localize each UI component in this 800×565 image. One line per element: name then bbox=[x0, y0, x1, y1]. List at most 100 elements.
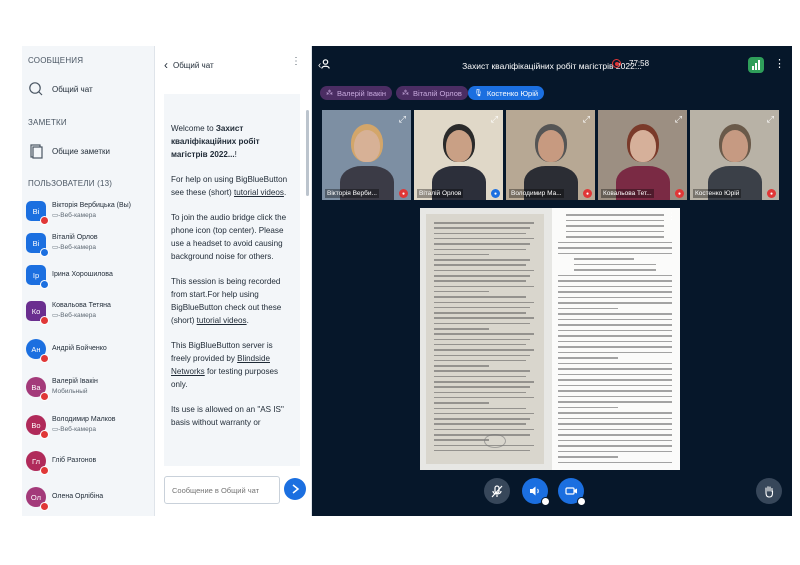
user-list-item[interactable]: Гл Гліб Разгонов bbox=[26, 446, 152, 476]
user-list-item[interactable]: Ір Ірина Хорошилова bbox=[26, 260, 152, 290]
audio-button[interactable] bbox=[522, 478, 550, 506]
document-text-line bbox=[434, 349, 534, 351]
document-text-line bbox=[434, 290, 489, 293]
presentation-slide bbox=[420, 208, 680, 470]
send-icon bbox=[292, 484, 300, 494]
camera-settings-badge[interactable] bbox=[577, 497, 586, 506]
document-text-line bbox=[434, 285, 534, 288]
document-text-line bbox=[434, 301, 534, 303]
recording-indicator[interactable]: 77:58 bbox=[612, 59, 649, 68]
user-status: ▭-Веб-камера bbox=[52, 426, 96, 433]
user-list-item[interactable]: Ві Вікторія Вербицька (Вы) ▭-Веб-камера bbox=[26, 196, 152, 226]
public-chat-label: Общий чат bbox=[52, 84, 93, 94]
document-text-line bbox=[434, 386, 530, 388]
document-text-line bbox=[566, 214, 664, 216]
user-name: Андрій Бойченко bbox=[52, 345, 107, 352]
webcam-user-name: Вікторія Верби... bbox=[325, 189, 379, 198]
tutorial-link[interactable]: tutorial videos bbox=[234, 188, 284, 197]
document-text-line bbox=[434, 359, 526, 362]
fullscreen-icon[interactable]: ⤢ bbox=[491, 114, 498, 125]
document-text-line bbox=[558, 456, 618, 458]
fullscreen-icon[interactable]: ⤢ bbox=[399, 114, 406, 125]
document-text-line bbox=[558, 351, 672, 353]
webcam-user-name: Костенко Юрій bbox=[693, 189, 742, 198]
user-name: Ірина Хорошилова bbox=[52, 271, 113, 278]
microphone-icon: ● bbox=[491, 189, 500, 198]
document-text-line bbox=[558, 390, 672, 392]
stamp-mark bbox=[484, 434, 506, 448]
recording-time: 77:58 bbox=[629, 59, 650, 68]
audio-message: To join the audio bridge click the phone… bbox=[171, 213, 287, 261]
document-text-line bbox=[558, 280, 672, 282]
chat-message-input[interactable] bbox=[164, 476, 280, 504]
audio-settings-badge[interactable] bbox=[541, 497, 550, 506]
chat-close-button[interactable]: ‹ Общий чат bbox=[164, 58, 214, 72]
user-status: Мобильный bbox=[52, 388, 88, 395]
audio-status-badge bbox=[40, 280, 49, 289]
talking-indicator[interactable]: ⁂ Віталій Орлов bbox=[396, 86, 468, 100]
document-text-line bbox=[558, 445, 672, 447]
document-text-line bbox=[434, 328, 489, 330]
notes-icon bbox=[28, 143, 44, 159]
slide-options-icon[interactable]: ⋮ bbox=[667, 211, 676, 222]
fullscreen-icon[interactable]: ⤢ bbox=[675, 114, 682, 125]
speaker-icon bbox=[530, 486, 539, 496]
user-list-item[interactable]: Во Володимир Малков ▭-Веб-камера bbox=[26, 410, 152, 440]
document-text-line bbox=[558, 324, 672, 326]
webcam-label: Володимир Ма... ● bbox=[506, 189, 595, 198]
recording-message: This session is being recorded from star… bbox=[171, 277, 282, 325]
muted-microphone-icon: ● bbox=[767, 189, 776, 198]
document-text-line bbox=[558, 384, 672, 386]
connection-icon[interactable] bbox=[748, 57, 764, 73]
document-text-line bbox=[558, 241, 672, 243]
tutorial-link-2[interactable]: tutorial videos bbox=[197, 316, 247, 325]
options-menu-icon[interactable]: ⋮ bbox=[774, 57, 785, 70]
fullscreen-icon[interactable]: ⤢ bbox=[767, 114, 774, 125]
shared-notes-item[interactable]: Общие заметки bbox=[22, 143, 116, 159]
webcam-tile[interactable]: ⤢ Вікторія Верби... ● bbox=[322, 110, 411, 200]
user-info: Вікторія Вербицька (Вы) ▭-Веб-камера bbox=[52, 201, 131, 221]
document-text-line bbox=[558, 335, 672, 337]
audio-status-badge bbox=[40, 430, 49, 439]
webcam-tile[interactable]: ⤢ Володимир Ма... ● bbox=[506, 110, 595, 200]
document-text-line bbox=[434, 412, 534, 415]
webcam-user-name: Ковальова Тет... bbox=[601, 189, 654, 198]
talker-name: Валерій Івакін bbox=[337, 88, 387, 98]
document-text-line bbox=[558, 434, 672, 436]
webcam-label: Віталій Орлов ● bbox=[414, 189, 503, 198]
document-text-line bbox=[434, 264, 526, 266]
chat-options-icon[interactable]: ⋮ bbox=[291, 56, 301, 67]
server-message: This BigBlueButton server is freely prov… bbox=[171, 341, 279, 389]
document-text-line bbox=[558, 461, 672, 463]
raise-hand-button[interactable] bbox=[756, 478, 782, 504]
document-text-line bbox=[434, 222, 534, 224]
webcam-button[interactable] bbox=[558, 478, 586, 506]
user-list-item[interactable]: Ві Віталій Орлов ▭-Веб-камера bbox=[26, 228, 152, 258]
send-button[interactable] bbox=[284, 478, 306, 500]
user-list-item[interactable]: Ол Олена Орлібіна bbox=[26, 482, 152, 512]
participant-face bbox=[446, 130, 472, 162]
webcam-tile[interactable]: ⤢ Костенко Юрій ● bbox=[690, 110, 779, 200]
chat-scrollbar[interactable] bbox=[306, 110, 309, 196]
webcam-tile[interactable]: ⤢ Ковальова Тет... ● bbox=[598, 110, 687, 200]
mute-button[interactable] bbox=[484, 478, 510, 504]
user-list-item[interactable]: Ан Андрій Бойченко bbox=[26, 334, 152, 364]
document-text-line bbox=[558, 417, 672, 419]
user-status: ▭-Веб-камера bbox=[52, 312, 96, 319]
talking-indicator[interactable]: ⁂ Валерій Івакін bbox=[320, 86, 393, 100]
document-text-line bbox=[558, 373, 672, 375]
user-list-item[interactable]: Ко Ковальова Тетяна ▭-Веб-камера bbox=[26, 296, 152, 326]
audio-status-badge bbox=[40, 354, 49, 363]
document-text-line bbox=[558, 401, 672, 403]
public-chat-item[interactable]: Общий чат bbox=[22, 81, 99, 97]
document-text-line bbox=[558, 368, 672, 370]
document-text-line bbox=[434, 296, 526, 298]
user-list-item[interactable]: Ва Валерій Івакін Мобильный bbox=[26, 372, 152, 402]
audio-status-badge bbox=[40, 316, 49, 325]
document-text-line bbox=[434, 423, 526, 425]
document-text-line bbox=[434, 343, 526, 346]
fullscreen-icon[interactable]: ⤢ bbox=[583, 114, 590, 125]
talking-indicator[interactable]: 🎙 Костенко Юрій bbox=[468, 86, 545, 100]
webcam-tile[interactable]: ⤢ Віталій Орлов ● bbox=[414, 110, 503, 200]
talker-name: Костенко Юрій bbox=[486, 88, 539, 98]
